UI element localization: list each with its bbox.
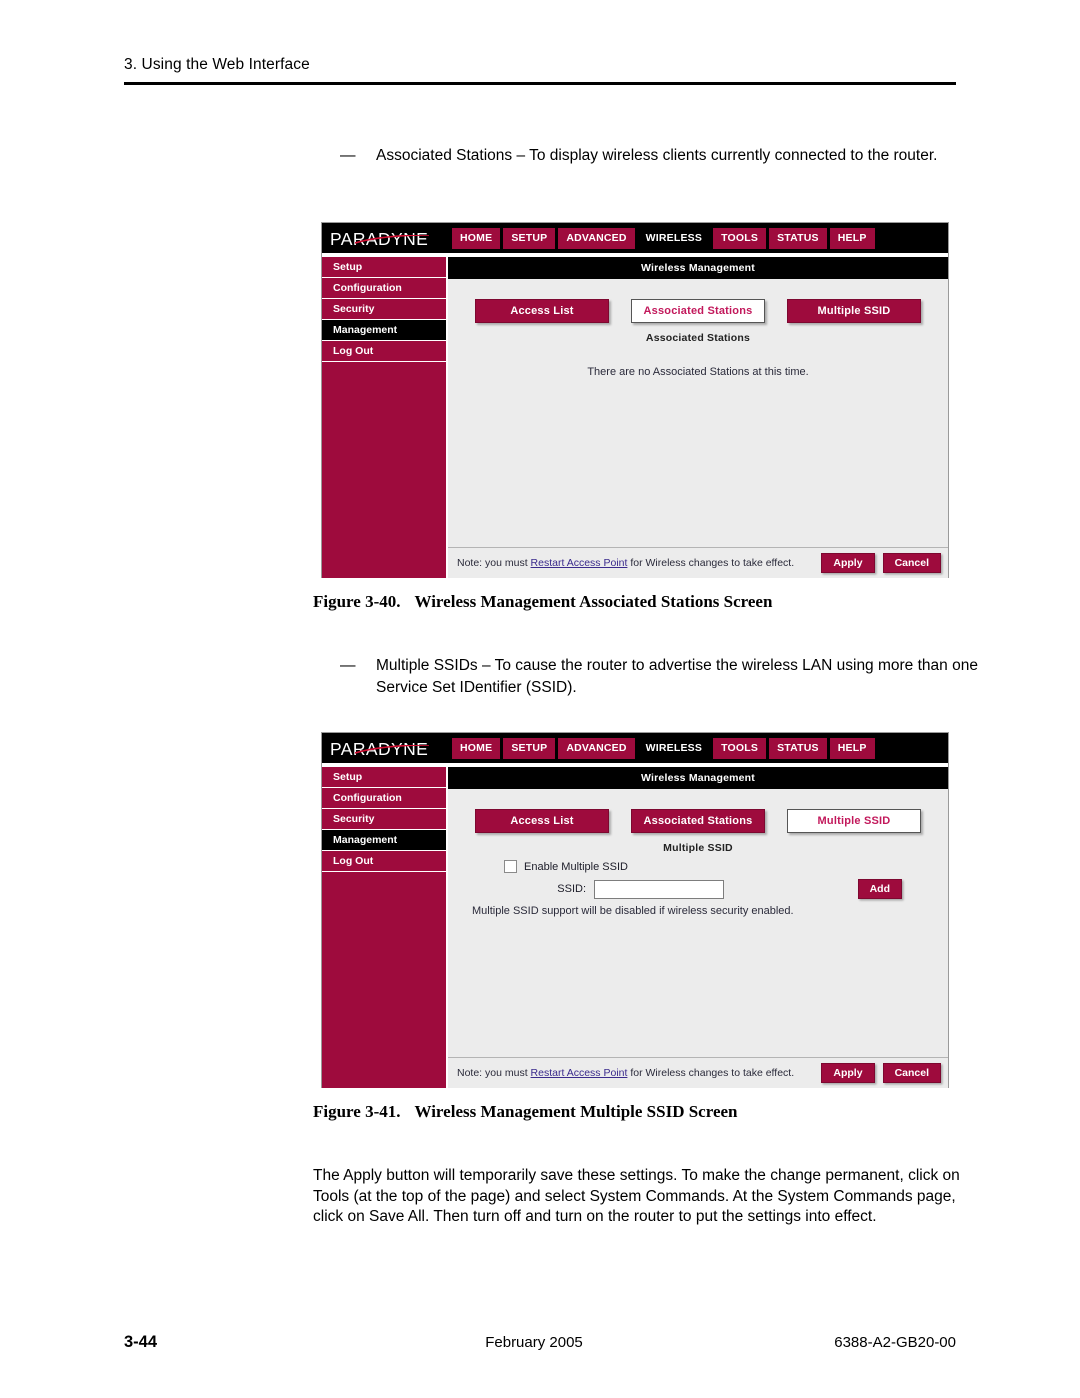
tab-associated-stations[interactable]: Associated Stations <box>631 809 765 833</box>
empty-state-message: There are no Associated Stations at this… <box>587 366 809 378</box>
apply-button[interactable]: Apply <box>821 1063 875 1083</box>
paradyne-logo: PARADYNE <box>325 223 449 253</box>
ui-sidebar: Setup Configuration Security Management … <box>322 257 448 578</box>
sidebar-item-logout[interactable]: Log Out <box>322 341 446 362</box>
paradyne-logo-text: PARADYNE <box>330 229 429 249</box>
ui-tabs: Access List Associated Stations Multiple… <box>448 789 948 833</box>
ssid-input-row: SSID: Add <box>504 879 934 899</box>
ui-sidebar: Setup Configuration Security Management … <box>322 767 448 1088</box>
tab-access-list[interactable]: Access List <box>475 809 609 833</box>
bullet-text: Multiple SSIDs – To cause the router to … <box>376 657 978 696</box>
ssid-field-label: SSID: <box>557 883 586 895</box>
figure-title: Wireless Management Associated Stations … <box>414 592 773 611</box>
sidebar-item-logout[interactable]: Log Out <box>322 851 446 872</box>
paradyne-logo-text: PARADYNE <box>330 739 429 759</box>
ui-body: Setup Configuration Security Management … <box>322 767 948 1088</box>
nav-item-setup[interactable]: SETUP <box>503 227 556 249</box>
bullet-dash-icon: — <box>340 147 356 164</box>
bullet-associated-stations: — Associated Stations – To display wirel… <box>340 145 980 167</box>
sidebar-item-configuration[interactable]: Configuration <box>322 278 446 299</box>
nav-item-wireless[interactable]: WIRELESS <box>637 227 711 249</box>
running-header: 3. Using the Web Interface <box>124 56 956 74</box>
apply-button[interactable]: Apply <box>821 553 875 573</box>
nav-item-setup[interactable]: SETUP <box>503 737 556 759</box>
sidebar-item-security[interactable]: Security <box>322 299 446 320</box>
sidebar-item-configuration[interactable]: Configuration <box>322 788 446 809</box>
restart-access-point-link[interactable]: Restart Access Point <box>531 557 628 569</box>
sidebar-item-management[interactable]: Management <box>322 830 446 851</box>
content-subtitle: Associated Stations <box>645 332 751 344</box>
page-footer: 3-44 February 2005 6388-A2-GB20-00 <box>124 1333 956 1352</box>
sidebar-item-setup[interactable]: Setup <box>322 767 446 788</box>
note-text: Note: you must Restart Access Point for … <box>457 557 813 569</box>
note-prefix: Note: you must <box>457 557 531 569</box>
ui-topbar: PARADYNE HOME SETUP ADVANCED WIRELESS TO… <box>322 223 948 253</box>
bullet-dash-icon: — <box>340 657 356 674</box>
ui-main: Wireless Management Access List Associat… <box>448 767 948 1088</box>
multiple-ssid-form: Enable Multiple SSID SSID: Add Multiple … <box>448 860 948 917</box>
figure-number: Figure 3-40. <box>313 592 401 611</box>
ui-note-bar: Note: you must Restart Access Point for … <box>448 547 948 578</box>
add-button-wrap: Add <box>857 879 902 899</box>
nav-item-tools[interactable]: TOOLS <box>713 737 767 759</box>
tab-access-list[interactable]: Access List <box>475 299 609 323</box>
router-ui-multiple-ssid: PARADYNE HOME SETUP ADVANCED WIRELESS TO… <box>321 732 949 1088</box>
ui-body: Setup Configuration Security Management … <box>322 257 948 578</box>
ui-main: Wireless Management Access List Associat… <box>448 257 948 578</box>
ui-tabs: Access List Associated Stations Multiple… <box>448 279 948 323</box>
running-header-text: 3. Using the Web Interface <box>124 56 310 73</box>
nav-item-advanced[interactable]: ADVANCED <box>558 227 635 249</box>
figure-caption-3-40: Figure 3-40. Wireless Management Associat… <box>313 592 772 612</box>
nav-item-help[interactable]: HELP <box>829 227 875 249</box>
note-suffix: for Wireless changes to take effect. <box>627 557 795 569</box>
add-button[interactable]: Add <box>857 879 902 899</box>
closing-paragraph: The Apply button will temporarily save t… <box>313 1167 960 1225</box>
ui-title-bar: Wireless Management <box>448 767 948 789</box>
header-rule <box>124 82 956 85</box>
nav-item-advanced[interactable]: ADVANCED <box>558 737 635 759</box>
figure-title: Wireless Management Multiple SSID Screen <box>414 1102 738 1121</box>
note-suffix: for Wireless changes to take effect. <box>627 1067 795 1079</box>
footer-document-id: 6388-A2-GB20-00 <box>834 1334 956 1351</box>
enable-multiple-ssid-row: Enable Multiple SSID <box>504 860 934 873</box>
ui-nav: HOME SETUP ADVANCED WIRELESS TOOLS STATU… <box>452 737 875 759</box>
sidebar-item-management[interactable]: Management <box>322 320 446 341</box>
nav-item-status[interactable]: STATUS <box>769 227 827 249</box>
paradyne-logo: PARADYNE <box>325 733 449 763</box>
ui-note-bar: Note: you must Restart Access Point for … <box>448 1057 948 1088</box>
enable-multiple-ssid-checkbox[interactable] <box>504 860 517 873</box>
ui-title-bar: Wireless Management <box>448 257 948 279</box>
footer-date: February 2005 <box>485 1334 583 1351</box>
tab-multiple-ssid[interactable]: Multiple SSID <box>787 299 921 323</box>
nav-item-help[interactable]: HELP <box>829 737 875 759</box>
note-prefix: Note: you must <box>457 1067 531 1079</box>
footer-page-number: 3-44 <box>124 1333 158 1351</box>
ui-content: Access List Associated Stations Multiple… <box>448 789 948 1057</box>
sidebar-item-security[interactable]: Security <box>322 809 446 830</box>
multiple-ssid-hint: Multiple SSID support will be disabled i… <box>472 905 794 917</box>
figure-number: Figure 3-41. <box>313 1102 401 1121</box>
ui-nav: HOME SETUP ADVANCED WIRELESS TOOLS STATU… <box>452 227 875 249</box>
nav-item-tools[interactable]: TOOLS <box>713 227 767 249</box>
content-subtitle: Multiple SSID <box>663 842 733 854</box>
nav-item-home[interactable]: HOME <box>452 227 501 249</box>
tab-associated-stations[interactable]: Associated Stations <box>631 299 765 323</box>
enable-multiple-ssid-label: Enable Multiple SSID <box>524 860 628 873</box>
tab-multiple-ssid[interactable]: Multiple SSID <box>787 809 921 833</box>
restart-access-point-link[interactable]: Restart Access Point <box>531 1067 628 1079</box>
bullet-text: Associated Stations – To display wireles… <box>376 147 938 164</box>
nav-item-wireless[interactable]: WIRELESS <box>637 737 711 759</box>
sidebar-item-setup[interactable]: Setup <box>322 257 446 278</box>
ssid-input[interactable] <box>594 879 724 899</box>
ui-topbar: PARADYNE HOME SETUP ADVANCED WIRELESS TO… <box>322 733 948 763</box>
cancel-button[interactable]: Cancel <box>882 1063 941 1083</box>
nav-item-status[interactable]: STATUS <box>769 737 827 759</box>
note-text: Note: you must Restart Access Point for … <box>457 1067 813 1079</box>
router-ui-associated-stations: PARADYNE HOME SETUP ADVANCED WIRELESS TO… <box>321 222 949 578</box>
cancel-button[interactable]: Cancel <box>882 553 941 573</box>
ui-content: Access List Associated Stations Multiple… <box>448 279 948 547</box>
bullet-multiple-ssids: — Multiple SSIDs – To cause the router t… <box>340 655 980 698</box>
figure-caption-3-41: Figure 3-41. Wireless Management Multiple… <box>313 1102 738 1122</box>
nav-item-home[interactable]: HOME <box>452 737 501 759</box>
